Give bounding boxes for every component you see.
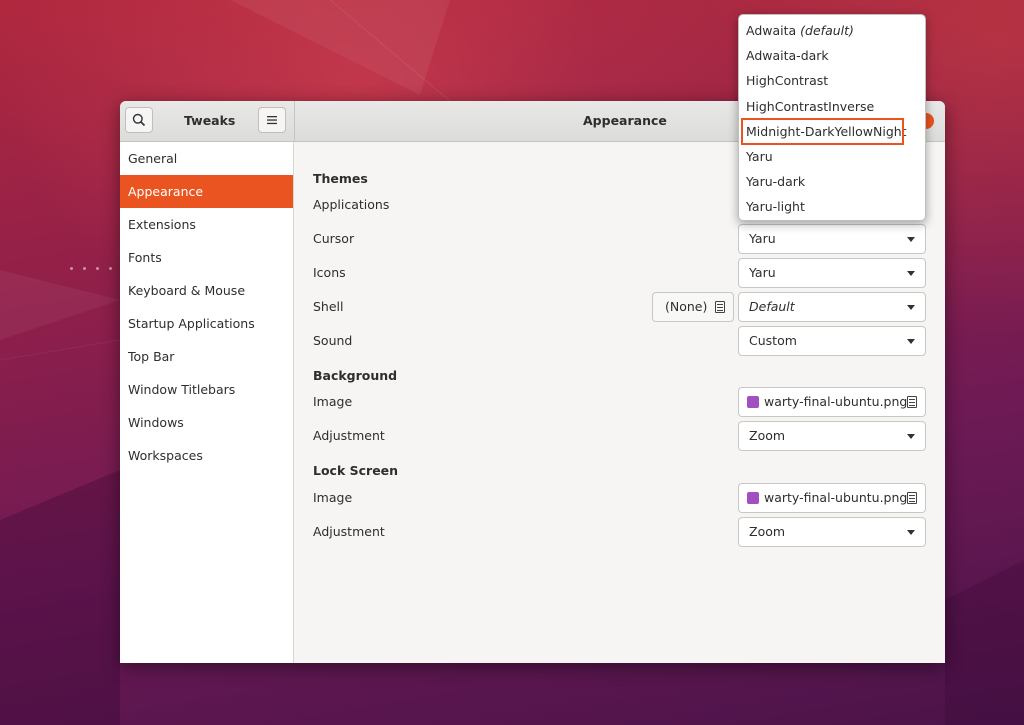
background-image-value: warty-final-ubuntu.png xyxy=(764,394,908,409)
theme-option-midnight-darkyellownight[interactable]: Midnight-DarkYellowNight xyxy=(739,119,925,144)
cursor-label: Cursor xyxy=(313,231,355,246)
lock-screen-image-button[interactable]: warty-final-ubuntu.png xyxy=(738,483,926,513)
applications-label: Applications xyxy=(313,197,390,212)
app-title: Tweaks xyxy=(184,113,236,128)
shell-file-button-label: (None) xyxy=(665,299,708,314)
sidebar-item-fonts[interactable]: Fonts xyxy=(120,241,293,274)
dropdown-arrow-icon xyxy=(907,237,915,242)
background-image-label: Image xyxy=(313,394,353,409)
background-adjustment-combo[interactable]: Zoom xyxy=(738,421,926,451)
theme-option-name: Adwaita xyxy=(746,23,797,38)
theme-option-yaru[interactable]: Yaru xyxy=(739,144,925,169)
sidebar-item-workspaces[interactable]: Workspaces xyxy=(120,439,293,472)
background-adjustment-value: Zoom xyxy=(749,428,786,443)
document-icon xyxy=(715,301,725,313)
sidebar-item-windows[interactable]: Windows xyxy=(120,406,293,439)
search-button[interactable] xyxy=(125,107,153,133)
shell-file-button[interactable]: (None) xyxy=(652,292,734,322)
shell-value: Default xyxy=(749,299,795,314)
lock-screen-adjustment-label: Adjustment xyxy=(313,524,385,539)
sidebar-item-general[interactable]: General xyxy=(120,142,293,175)
cursor-value: Yaru xyxy=(749,231,776,246)
icons-label: Icons xyxy=(313,265,346,280)
dropdown-arrow-icon xyxy=(907,339,915,344)
sidebar-item-keyboard-mouse[interactable]: Keyboard & Mouse xyxy=(120,274,293,307)
lock-screen-adjustment-combo[interactable]: Zoom xyxy=(738,517,926,547)
wallpaper-dots xyxy=(70,258,122,273)
image-file-icon xyxy=(747,395,759,408)
lock-screen-adjustment-value: Zoom xyxy=(749,524,786,539)
sidebar: General Appearance Extensions Fonts Keyb… xyxy=(120,142,294,663)
icons-value: Yaru xyxy=(749,265,776,280)
background-adjustment-label: Adjustment xyxy=(313,428,385,443)
cursor-combo[interactable]: Yaru xyxy=(738,224,926,254)
theme-option-highcontrastinverse[interactable]: HighContrastInverse xyxy=(739,94,925,119)
background-image-button[interactable]: warty-final-ubuntu.png xyxy=(738,387,926,417)
lock-screen-image-value: warty-final-ubuntu.png xyxy=(764,490,908,505)
sidebar-item-appearance[interactable]: Appearance xyxy=(120,175,293,208)
theme-option-yaru-dark[interactable]: Yaru-dark xyxy=(739,169,925,194)
theme-option-adwaita-dark[interactable]: Adwaita-dark xyxy=(739,43,925,68)
hamburger-menu-icon xyxy=(267,116,277,125)
document-icon xyxy=(907,492,917,504)
sidebar-item-extensions[interactable]: Extensions xyxy=(120,208,293,241)
background-heading: Background xyxy=(313,368,398,383)
theme-option-highcontrast[interactable]: HighContrast xyxy=(739,68,925,93)
icons-combo[interactable]: Yaru xyxy=(738,258,926,288)
lock-screen-heading: Lock Screen xyxy=(313,463,399,478)
sound-value: Custom xyxy=(749,333,797,348)
theme-option-yaru-light[interactable]: Yaru-light xyxy=(739,194,925,219)
sidebar-item-startup-applications[interactable]: Startup Applications xyxy=(120,307,293,340)
lock-screen-image-label: Image xyxy=(313,490,353,505)
menu-button[interactable] xyxy=(258,107,286,133)
sidebar-item-top-bar[interactable]: Top Bar xyxy=(120,340,293,373)
document-icon xyxy=(907,396,917,408)
default-tag: (default) xyxy=(800,23,854,38)
image-file-icon xyxy=(747,491,759,504)
header-sidebar-section: Tweaks xyxy=(120,101,295,141)
applications-theme-dropdown: Adwaita (default) Adwaita-dark HighContr… xyxy=(738,14,926,221)
sidebar-item-window-titlebars[interactable]: Window Titlebars xyxy=(120,373,293,406)
dropdown-arrow-icon xyxy=(907,305,915,310)
sound-combo[interactable]: Custom xyxy=(738,326,926,356)
shell-combo[interactable]: Default xyxy=(738,292,926,322)
themes-heading: Themes xyxy=(313,171,368,186)
search-icon xyxy=(132,113,146,127)
dropdown-arrow-icon xyxy=(907,530,915,535)
shell-label: Shell xyxy=(313,299,344,314)
dropdown-arrow-icon xyxy=(907,271,915,276)
theme-option-adwaita[interactable]: Adwaita (default) xyxy=(739,18,925,43)
page-title: Appearance xyxy=(583,113,667,128)
dropdown-arrow-icon xyxy=(907,434,915,439)
sound-label: Sound xyxy=(313,333,353,348)
